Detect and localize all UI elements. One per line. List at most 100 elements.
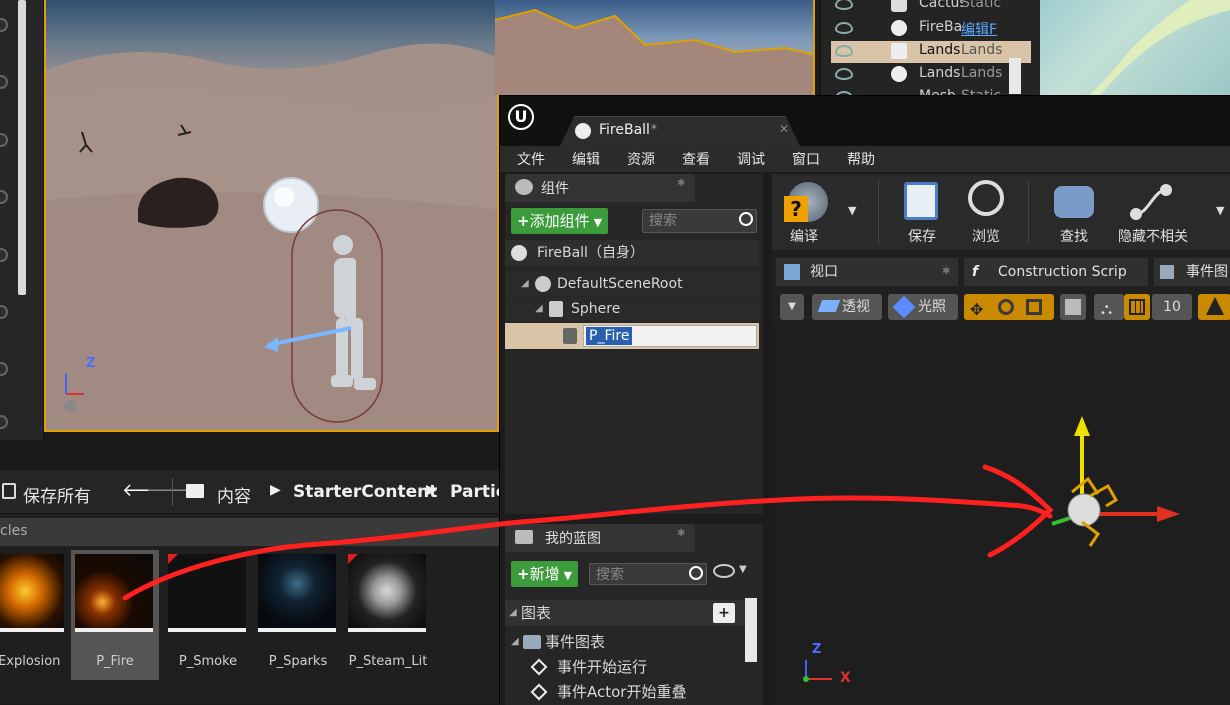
self-row[interactable]: FireBall（自身） — [505, 240, 759, 266]
tab-viewport[interactable]: 视口 ✱ — [776, 258, 958, 286]
visibility-icon[interactable] — [0, 362, 8, 376]
tab-event-graph[interactable]: 事件图 — [1154, 258, 1230, 286]
outliner-name: Lands — [919, 65, 961, 81]
eye-icon[interactable] — [835, 0, 853, 10]
visibility-icon[interactable] — [0, 415, 8, 429]
eye-icon[interactable] — [835, 68, 853, 80]
save-all-button[interactable]: 保存所有 — [23, 482, 91, 507]
translate-icon[interactable]: ✥ — [970, 297, 983, 323]
grid-snap-toggle[interactable] — [1124, 294, 1150, 320]
menu-help[interactable]: 帮助 — [847, 149, 875, 169]
menu-file[interactable]: 文件 — [517, 149, 545, 169]
outliner-row-selected[interactable]: Lands Lands — [831, 41, 1031, 63]
lit-label: 光照 — [918, 299, 946, 315]
event-row[interactable]: 事件开始运行 — [505, 655, 745, 679]
asset-tile[interactable]: _Explosion — [0, 550, 70, 680]
path-segment[interactable]: Partic — [450, 482, 506, 502]
add-graph-plus-icon[interactable]: + — [713, 603, 735, 623]
rotate-icon[interactable] — [998, 299, 1014, 315]
fireball-sphere[interactable] — [263, 177, 319, 233]
rename-field[interactable]: P_Fire — [583, 325, 757, 347]
scale-icon[interactable] — [1026, 299, 1042, 315]
path-arrow-icon[interactable]: ▶ — [426, 482, 437, 498]
blueprint-viewport-scene[interactable]: Z X — [772, 324, 1230, 705]
outliner-row[interactable]: Cactus Static — [831, 0, 1031, 16]
gizmo[interactable] — [772, 324, 1230, 705]
surface-snap-button[interactable]: ⛬ — [1094, 294, 1124, 320]
filter-label[interactable]: cles — [0, 523, 28, 539]
outliner-scrollbar[interactable] — [1009, 58, 1021, 94]
lit-button[interactable]: 光照 — [888, 294, 958, 320]
compile-options-chevron-icon[interactable]: ▼ — [848, 204, 856, 217]
components-search-input[interactable]: 搜索 — [642, 209, 757, 233]
menu-asset[interactable]: 资源 — [627, 149, 655, 169]
visibility-icon[interactable] — [0, 190, 8, 204]
visibility-icon[interactable] — [0, 133, 8, 147]
tree-row-p-fire-selected[interactable]: P_Fire — [505, 323, 759, 349]
eye-icon[interactable] — [713, 564, 735, 578]
visibility-icon[interactable] — [0, 75, 8, 89]
tab-construction-script[interactable]: f Construction Scrip — [964, 258, 1148, 286]
outliner-row[interactable]: Lands Lands — [831, 64, 1031, 86]
event-graph-row[interactable]: ◢ 事件图表 — [505, 630, 745, 654]
perspective-button[interactable]: 透视 — [812, 294, 882, 320]
compile-button[interactable]: ? 编译 — [780, 178, 834, 246]
compile-status-question-icon: ? — [784, 196, 808, 222]
find-button[interactable]: 查找 — [1046, 178, 1100, 246]
graphs-section[interactable]: ◢ 图表 + — [505, 600, 745, 626]
close-tab-icon[interactable]: ✱ — [942, 258, 950, 286]
rotation-snap-toggle[interactable] — [1198, 294, 1230, 320]
asset-tile[interactable]: P_Sparks — [254, 550, 342, 680]
my-blueprint-search-input[interactable]: 搜索 — [589, 563, 707, 585]
event-row[interactable]: 事件Actor开始重叠 — [505, 680, 745, 704]
expand-arrow-icon[interactable]: ◢ — [535, 297, 543, 321]
my-blueprint-tab[interactable]: 我的蓝图 ✱ — [505, 524, 695, 552]
menu-debug[interactable]: 调试 — [737, 149, 765, 169]
asset-tile-selected[interactable]: P_Fire — [71, 550, 159, 680]
eye-icon[interactable] — [835, 45, 853, 57]
save-button[interactable]: 保存 — [894, 178, 948, 246]
menu-edit[interactable]: 编辑 — [572, 149, 600, 169]
tree-row-default-scene-root[interactable]: ◢ DefaultSceneRoot — [505, 272, 759, 296]
blueprint-viewport-panel: ? 编译 ▼ 保存 浏览 查找 隐藏不相关 ▼ 视口 ✱ f Construct… — [772, 174, 1230, 705]
hide-unrelated-button[interactable]: 隐藏不相关 — [1114, 178, 1198, 246]
asset-thumbnail — [258, 554, 336, 632]
world-local-toggle[interactable] — [1060, 294, 1086, 320]
browse-button[interactable]: 浏览 — [958, 178, 1012, 246]
path-segment[interactable]: 内容 — [217, 482, 251, 507]
outliner-row[interactable]: FireBa 编辑F — [831, 18, 1031, 40]
asset-name: P_Sparks — [268, 654, 328, 669]
new-button[interactable]: +新增 ▼ — [511, 561, 579, 587]
close-panel-icon[interactable]: ✱ — [677, 528, 685, 539]
path-segment[interactable]: StarterContent — [293, 482, 437, 502]
toolbar-overflow-chevron-icon[interactable]: ▼ — [1216, 204, 1224, 217]
visibility-icon[interactable] — [0, 18, 8, 32]
expand-arrow-icon[interactable]: ◢ — [509, 600, 517, 626]
components-tab[interactable]: 组件 ✱ — [505, 174, 695, 202]
add-component-button[interactable]: +添加组件 ▼ — [511, 208, 609, 234]
asset-tile[interactable]: P_Smoke — [164, 550, 252, 680]
level-viewport[interactable]: Z — [44, 0, 499, 432]
tree-row-sphere[interactable]: ◢ Sphere — [505, 297, 759, 321]
viewport-options-chevron-icon[interactable]: ▼ — [780, 294, 804, 320]
event-label: 事件Actor开始重叠 — [557, 683, 687, 701]
expand-arrow-icon[interactable]: ◢ — [511, 630, 519, 654]
edit-blueprint-link[interactable]: 编辑F — [961, 19, 1009, 39]
grid-snap-value[interactable]: 10 — [1152, 294, 1192, 320]
plus-icon: + — [517, 565, 530, 583]
path-arrow-icon[interactable]: ▶ — [270, 482, 281, 498]
visibility-icon[interactable] — [0, 248, 8, 262]
expand-arrow-icon[interactable]: ◢ — [521, 272, 529, 296]
transform-tools-group[interactable]: ✥ — [964, 294, 1054, 320]
close-panel-icon[interactable]: ✱ — [677, 178, 685, 189]
asset-tile[interactable]: P_Steam_Lit — [344, 550, 432, 680]
left-scrollbar[interactable] — [18, 0, 26, 295]
blueprint-document-tab[interactable]: FireBall * ✕ — [560, 116, 800, 146]
menu-window[interactable]: 窗口 — [792, 149, 820, 169]
eye-icon[interactable] — [835, 22, 853, 34]
visibility-icon[interactable] — [0, 305, 8, 319]
my-blueprint-scrollbar[interactable] — [745, 598, 757, 662]
menu-view[interactable]: 查看 — [682, 149, 710, 169]
chevron-down-icon[interactable]: ▼ — [739, 564, 747, 575]
close-tab-icon[interactable]: ✕ — [779, 122, 789, 136]
